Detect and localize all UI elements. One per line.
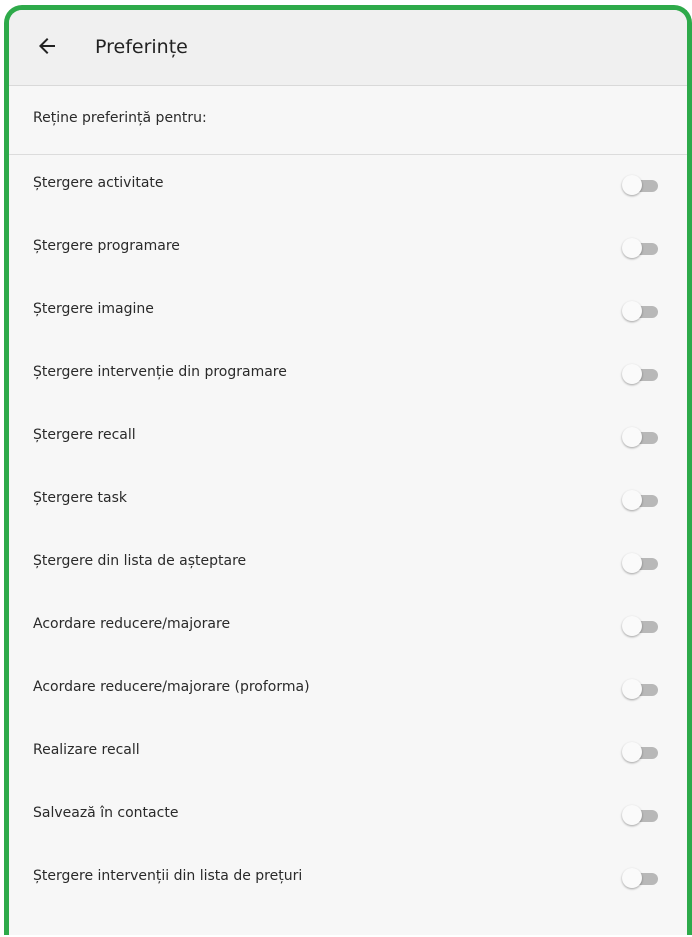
app-bar: Preferințe — [9, 10, 687, 86]
toggle-thumb — [622, 679, 642, 699]
preference-toggle[interactable] — [622, 553, 660, 575]
preference-row: Ștergere imagine — [9, 281, 687, 343]
preference-label: Acordare reducere/majorare — [33, 616, 231, 632]
toggle-thumb — [622, 427, 642, 447]
preference-row: Realizare recall — [9, 722, 687, 784]
preference-row: Ștergere din lista de așteptare — [9, 533, 687, 595]
preference-toggle[interactable] — [622, 175, 660, 197]
preference-row: Ștergere activitate — [9, 155, 687, 217]
preference-label: Realizare recall — [33, 742, 140, 758]
preference-label: Ștergere intervenții din lista de prețur… — [33, 868, 303, 884]
preference-row: Ștergere recall — [9, 407, 687, 469]
preference-label: Ștergere recall — [33, 427, 136, 443]
page-title: Preferințe — [95, 36, 188, 58]
preference-row: Ștergere intervenție din programare — [9, 344, 687, 406]
preference-toggle[interactable] — [622, 679, 660, 701]
toggle-thumb — [622, 868, 642, 888]
preference-toggle[interactable] — [622, 238, 660, 260]
preference-toggle[interactable] — [622, 427, 660, 449]
preference-toggle[interactable] — [622, 805, 660, 827]
preference-label: Salvează în contacte — [33, 805, 179, 821]
toggle-thumb — [622, 364, 642, 384]
preference-label: Ștergere intervenție din programare — [33, 364, 287, 380]
preference-toggle[interactable] — [622, 490, 660, 512]
toggle-thumb — [622, 175, 642, 195]
preference-toggle[interactable] — [622, 742, 660, 764]
toggle-thumb — [622, 805, 642, 825]
preference-row: Acordare reducere/majorare — [9, 596, 687, 658]
preference-label: Ștergere programare — [33, 238, 180, 254]
preference-toggle[interactable] — [622, 868, 660, 890]
toggle-thumb — [622, 238, 642, 258]
preferences-screen: Preferințe Reține preferință pentru: Ște… — [4, 5, 692, 935]
toggle-thumb — [622, 742, 642, 762]
preference-row: Ștergere intervenții din lista de prețur… — [9, 848, 687, 910]
toggle-thumb — [622, 616, 642, 636]
preference-row: Ștergere task — [9, 470, 687, 532]
section-header: Reține preferință pentru: — [9, 86, 687, 155]
preference-label: Acordare reducere/majorare (proforma) — [33, 679, 310, 695]
back-arrow-icon[interactable] — [35, 34, 59, 58]
preference-toggle[interactable] — [622, 301, 660, 323]
toggle-thumb — [622, 490, 642, 510]
toggle-thumb — [622, 301, 642, 321]
preference-label: Ștergere task — [33, 490, 127, 506]
preference-label: Ștergere imagine — [33, 301, 154, 317]
preference-row: Acordare reducere/majorare (proforma) — [9, 659, 687, 721]
preference-row: Ștergere programare — [9, 218, 687, 280]
preference-label: Ștergere activitate — [33, 175, 164, 191]
preferences-list: Ștergere activitate Ștergere programare … — [9, 155, 687, 911]
section-header-label: Reține preferință pentru: — [33, 110, 207, 126]
preference-row: Salvează în contacte — [9, 785, 687, 847]
toggle-thumb — [622, 553, 642, 573]
preference-toggle[interactable] — [622, 616, 660, 638]
preference-toggle[interactable] — [622, 364, 660, 386]
preference-label: Ștergere din lista de așteptare — [33, 553, 247, 569]
